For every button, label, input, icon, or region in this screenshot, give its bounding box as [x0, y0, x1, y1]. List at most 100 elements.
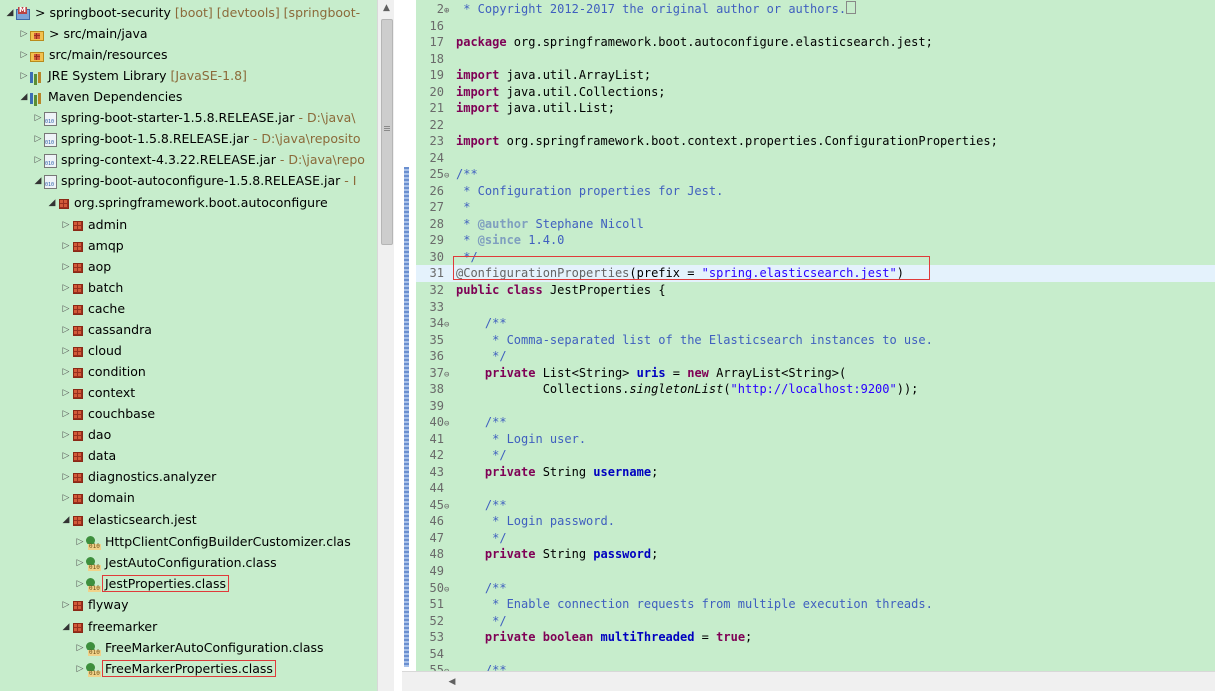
expanded-twistie-icon[interactable]: ◢ [60, 617, 72, 638]
collapsed-twistie-icon[interactable]: ▷ [74, 659, 86, 680]
tree-item[interactable]: ◢ Maven Dependencies [18, 86, 183, 108]
explorer-vertical-scrollbar[interactable]: ▲ [377, 0, 394, 691]
tree-item[interactable]: ▷ domain [60, 487, 135, 508]
tree-item[interactable]: ◢ org.springframework.boot.autoconfigure [46, 192, 328, 213]
collapsed-twistie-icon[interactable]: ▷ [60, 278, 72, 299]
collapsed-twistie-icon[interactable]: ▷ [60, 341, 72, 362]
code-line[interactable]: 33 [416, 299, 1215, 316]
code-line[interactable]: 17 package org.springframework.boot.autoc… [416, 34, 1215, 51]
collapsed-twistie-icon[interactable]: ▷ [18, 66, 30, 87]
code-line[interactable]: 31 @ConfigurationProperties(prefix = "spr… [416, 265, 1215, 282]
code-line[interactable]: 52 */ [416, 613, 1215, 630]
tree-item[interactable]: ▷ FreeMarkerAutoConfiguration.class [74, 637, 324, 658]
code-line[interactable]: 38 Collections.singletonList("http://loc… [416, 381, 1215, 398]
collapsed-twistie-icon[interactable]: ▷ [60, 595, 72, 616]
tree-item[interactable]: ▷ JestProperties.class [74, 573, 229, 594]
collapsed-twistie-icon[interactable]: ▷ [60, 299, 72, 320]
java-code-editor[interactable]: 2⊕ * Copyright 2012-2017 the original au… [402, 0, 1215, 691]
tree-item[interactable]: ▷ src/main/resources [18, 44, 168, 66]
tree-item[interactable]: ▷ JRE System Library [JavaSE-1.8] [18, 65, 247, 86]
collapsed-twistie-icon[interactable]: ▷ [32, 129, 44, 150]
code-line[interactable]: 18 [416, 51, 1215, 68]
code-line[interactable]: 45⊖ /** [416, 497, 1215, 514]
collapsed-twistie-icon[interactable]: ▷ [74, 638, 86, 659]
tree-item[interactable]: ◢ freemarker [60, 616, 158, 638]
code-line[interactable]: 27 * [416, 199, 1215, 216]
expanded-twistie-icon[interactable]: ◢ [60, 510, 72, 531]
tree-item[interactable]: ▷ cloud [60, 340, 122, 361]
code-line[interactable]: 49 [416, 563, 1215, 580]
collapsed-twistie-icon[interactable]: ▷ [74, 553, 86, 574]
collapsed-twistie-icon[interactable]: ▷ [32, 150, 44, 171]
code-line[interactable]: 43 private String username; [416, 464, 1215, 481]
tree-item[interactable]: ▷ cassandra [60, 319, 152, 340]
tree-item[interactable]: ▷ spring-context-4.3.22.RELEASE.jar - D:\… [32, 149, 365, 170]
code-line[interactable]: 40⊖ /** [416, 414, 1215, 431]
expanded-twistie-icon[interactable]: ◢ [46, 193, 58, 214]
tree-item[interactable]: ▷ data [60, 445, 117, 467]
collapsed-twistie-icon[interactable]: ▷ [74, 532, 86, 553]
collapsed-twistie-icon[interactable]: ▷ [60, 488, 72, 509]
tree-item[interactable]: ▷ > src/main/java [18, 23, 148, 44]
code-line[interactable]: 48 private String password; [416, 546, 1215, 563]
code-line[interactable]: 39 [416, 398, 1215, 415]
scroll-left-arrow-icon[interactable]: ◀ [444, 672, 460, 691]
tree-item[interactable]: ▷ batch [60, 277, 124, 299]
collapsed-twistie-icon[interactable]: ▷ [60, 362, 72, 383]
collapsed-twistie-icon[interactable]: ▷ [60, 467, 72, 488]
code-line[interactable]: 50⊖ /** [416, 580, 1215, 597]
collapsed-twistie-icon[interactable]: ▷ [60, 383, 72, 404]
tree-item[interactable]: ▷ aop [60, 256, 112, 278]
collapsed-twistie-icon[interactable]: ▷ [60, 446, 72, 467]
code-line[interactable]: 32 public class JestProperties { [416, 282, 1215, 299]
tree-item[interactable]: ▷ flyway [60, 594, 129, 615]
editor-horizontal-scrollbar[interactable]: ◀ [402, 671, 1215, 691]
code-line[interactable]: 24 [416, 150, 1215, 167]
code-line[interactable]: 30 */ [416, 249, 1215, 266]
code-line[interactable]: 51 * Enable connection requests from mul… [416, 596, 1215, 613]
tree-item[interactable]: ◢ > springboot-security [boot] [devtools]… [4, 2, 360, 23]
code-line[interactable]: 21 import java.util.List; [416, 100, 1215, 117]
code-line[interactable]: 2⊕ * Copyright 2012-2017 the original au… [416, 1, 1215, 18]
tree-item[interactable]: ▷ HttpClientConfigBuilderCustomizer.clas [74, 531, 351, 552]
collapsed-twistie-icon[interactable]: ▷ [32, 108, 44, 129]
code-line[interactable]: 53 private boolean multiThreaded = true; [416, 629, 1215, 646]
code-line[interactable]: 47 */ [416, 530, 1215, 547]
code-line[interactable]: 22 [416, 117, 1215, 134]
tree-item[interactable]: ▷ JestAutoConfiguration.class [74, 552, 277, 573]
tree-item[interactable]: ▷ context [60, 382, 136, 404]
code-line[interactable]: 23 import org.springframework.boot.contex… [416, 133, 1215, 150]
scrollbar-thumb[interactable] [381, 19, 393, 245]
code-line[interactable]: 54 [416, 646, 1215, 663]
code-line[interactable]: 16 [416, 18, 1215, 35]
code-line[interactable]: 35 * Comma-separated list of the Elastic… [416, 332, 1215, 349]
tree-item[interactable]: ▷ condition [60, 361, 146, 382]
tree-item[interactable]: ▷ spring-boot-starter-1.5.8.RELEASE.jar -… [32, 107, 356, 128]
pane-divider[interactable] [394, 0, 402, 691]
code-line[interactable]: 44 [416, 480, 1215, 497]
tree-item[interactable]: ▷ FreeMarkerProperties.class [74, 658, 276, 679]
collapsed-twistie-icon[interactable]: ▷ [60, 425, 72, 446]
collapsed-twistie-icon[interactable]: ▷ [60, 404, 72, 425]
tree-item[interactable]: ▷ diagnostics.analyzer [60, 466, 217, 488]
collapsed-twistie-icon[interactable]: ▷ [18, 45, 30, 66]
expanded-twistie-icon[interactable]: ◢ [18, 87, 30, 108]
code-line[interactable]: 36 */ [416, 348, 1215, 365]
code-line[interactable]: 37⊖ private List<String> uris = new Arra… [416, 365, 1215, 382]
collapsed-twistie-icon[interactable]: ▷ [60, 257, 72, 278]
code-line[interactable]: 42 */ [416, 447, 1215, 464]
collapsed-twistie-icon[interactable]: ▷ [60, 320, 72, 341]
code-line[interactable]: 41 * Login user. [416, 431, 1215, 448]
code-line[interactable]: 28 * @author Stephane Nicoll [416, 216, 1215, 233]
tree-item[interactable]: ◢ spring-boot-autoconfigure-1.5.8.RELEASE… [32, 170, 356, 191]
code-line[interactable]: 29 * @since 1.4.0 [416, 232, 1215, 249]
tree-item[interactable]: ▷ dao [60, 424, 112, 446]
tree-item[interactable]: ◢ elasticsearch.jest [60, 509, 197, 530]
tree-item[interactable]: ▷ spring-boot-1.5.8.RELEASE.jar - D:\java… [32, 128, 361, 149]
code-line[interactable]: 20 import java.util.Collections; [416, 84, 1215, 101]
code-line[interactable]: 34⊖ /** [416, 315, 1215, 332]
code-line[interactable]: 19 import java.util.ArrayList; [416, 67, 1215, 84]
code-line[interactable]: 46 * Login password. [416, 513, 1215, 530]
collapsed-twistie-icon[interactable]: ▷ [60, 236, 72, 257]
collapsed-twistie-icon[interactable]: ▷ [18, 24, 30, 45]
